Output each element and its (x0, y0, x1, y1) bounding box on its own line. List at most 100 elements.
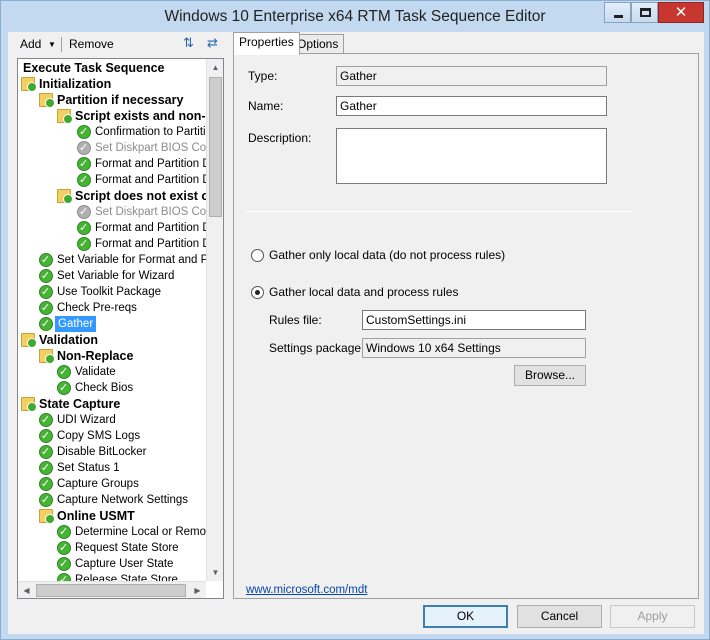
settings-package-field: Windows 10 x64 Settings (362, 338, 586, 358)
minimize-icon (614, 15, 623, 18)
tree-item-label: Format and Partition Dis (95, 238, 206, 250)
checkmark-icon (77, 124, 91, 140)
toolbar-divider (61, 37, 62, 52)
folder-icon (39, 93, 55, 108)
task-sequence-editor-window: Windows 10 Enterprise x64 RTM Task Seque… (0, 0, 710, 640)
checkmark-icon (57, 540, 71, 556)
scroll-left-icon[interactable]: ◀ (18, 582, 35, 598)
checkmark-icon (39, 252, 53, 268)
tree-item-label: Set Status 1 (57, 462, 120, 474)
move-up-icon[interactable]: ⇅ (180, 35, 197, 52)
tree-item-label: Format and Partition Dis (95, 222, 206, 234)
tree-item-label: Set Variable for Format and Par (57, 254, 206, 266)
cancel-button[interactable]: Cancel (517, 605, 602, 628)
scroll-right-icon[interactable]: ▶ (189, 582, 206, 598)
apply-button: Apply (610, 605, 695, 628)
folder-icon (21, 333, 37, 348)
checkmark-icon (57, 524, 71, 540)
window-title: Windows 10 Enterprise x64 RTM Task Seque… (164, 8, 546, 25)
tree-item-label: State Capture (39, 397, 121, 411)
description-label: Description: (248, 131, 312, 145)
name-label: Name: (248, 99, 284, 113)
checkmark-icon (77, 172, 91, 188)
scroll-up-icon[interactable]: ▲ (207, 59, 223, 76)
ok-button[interactable]: OK (423, 605, 508, 628)
tree-item-label: Online USMT (57, 509, 135, 523)
type-field: Gather (336, 66, 607, 86)
minimize-button[interactable] (604, 2, 631, 23)
checkmark-icon (57, 364, 71, 380)
tree-content: Execute Task Sequence Initialization Parti… (18, 59, 206, 581)
tree-item-label: Release State Store (75, 574, 178, 581)
folder-icon (39, 509, 55, 524)
section-divider (246, 211, 632, 212)
checkmark-icon (57, 572, 71, 581)
checkmark-icon (77, 220, 91, 236)
tree-item-label: Disable BitLocker (57, 446, 147, 458)
mdt-link[interactable]: www.microsoft.com/mdt (246, 584, 367, 596)
name-field[interactable]: Gather (336, 96, 607, 116)
radio-local-only-label[interactable]: Gather only local data (do not process r… (269, 248, 505, 262)
close-icon: ✕ (674, 3, 688, 21)
checkmark-icon (77, 156, 91, 172)
tree-item-label: UDI Wizard (57, 414, 116, 426)
type-label: Type: (248, 69, 278, 83)
tree-item-label: Check Bios (75, 382, 134, 394)
close-button[interactable]: ✕ (658, 2, 704, 23)
tree-vertical-scrollbar[interactable]: ▲ ▼ (206, 59, 223, 581)
properties-panel: Type: Gather Name: Gather Description: G… (233, 53, 699, 599)
checkmark-icon (39, 444, 53, 460)
disabled-step-icon (77, 204, 91, 220)
folder-icon (39, 349, 55, 364)
chevron-down-icon[interactable]: ▼ (48, 40, 56, 49)
remove-button[interactable]: Remove (69, 37, 114, 51)
tree-item-label: Set Diskpart BIOS Com (95, 206, 206, 218)
client-area: Add ▼ Remove ⇅ ⇄ Execute Task Sequence In… (8, 32, 704, 634)
pane-splitter[interactable] (227, 32, 232, 602)
settings-package-label: Settings package: (269, 341, 365, 355)
checkmark-icon (39, 268, 53, 284)
disabled-step-icon (77, 140, 91, 156)
move-down-icon[interactable]: ⇄ (204, 35, 221, 52)
scrollbar-thumb[interactable] (36, 584, 186, 597)
tree-item-label: Use Toolkit Package (57, 286, 161, 298)
tree-item-label: Capture User State (75, 558, 174, 570)
checkmark-icon (39, 316, 53, 332)
tree-item-label: Initialization (39, 77, 112, 91)
maximize-button[interactable] (631, 2, 658, 23)
tree-toolbar: Add ▼ Remove ⇅ ⇄ (8, 32, 230, 56)
browse-button[interactable]: Browse... (514, 365, 586, 386)
tree-item-label: Script does not exist or (75, 189, 206, 203)
tree-item-label: Non-Replace (57, 349, 134, 363)
tree-item-label: Validation (39, 333, 99, 347)
folder-icon (21, 77, 37, 92)
tree-item-label: Partition if necessary (57, 93, 184, 107)
rules-file-label: Rules file: (269, 313, 322, 327)
tree-item-label: Set Diskpart BIOS Com (95, 142, 206, 154)
tree-item-label: Script exists and non-N (75, 109, 206, 123)
task-sequence-tree[interactable]: Execute Task Sequence Initialization Parti… (17, 58, 224, 599)
radio-process-rules[interactable] (251, 286, 264, 299)
scroll-down-icon[interactable]: ▼ (207, 564, 223, 581)
description-field[interactable] (336, 128, 607, 184)
checkmark-icon (39, 428, 53, 444)
radio-local-only[interactable] (251, 249, 264, 262)
tree-item-label: Determine Local or Remote (75, 526, 206, 538)
tree-item-label: Validate (75, 366, 116, 378)
add-menu-button[interactable]: Add (20, 37, 41, 51)
tree-item-label: Capture Network Settings (57, 494, 189, 506)
scrollbar-thumb[interactable] (209, 77, 222, 217)
checkmark-icon (39, 460, 53, 476)
rules-file-field[interactable]: CustomSettings.ini (362, 310, 586, 330)
radio-process-rules-label[interactable]: Gather local data and process rules (269, 285, 458, 299)
checkmark-icon (57, 380, 71, 396)
folder-icon (57, 109, 73, 124)
tree-horizontal-scrollbar[interactable]: ◀ ▶ (18, 581, 206, 598)
tree-item-label: Format and Partition Dis (95, 158, 206, 170)
checkmark-icon (57, 556, 71, 572)
tree-item-label: Set Variable for Wizard (57, 270, 175, 282)
checkmark-icon (77, 236, 91, 252)
checkmark-icon (39, 284, 53, 300)
tab-properties[interactable]: Properties (233, 32, 300, 55)
folder-icon (21, 397, 37, 412)
